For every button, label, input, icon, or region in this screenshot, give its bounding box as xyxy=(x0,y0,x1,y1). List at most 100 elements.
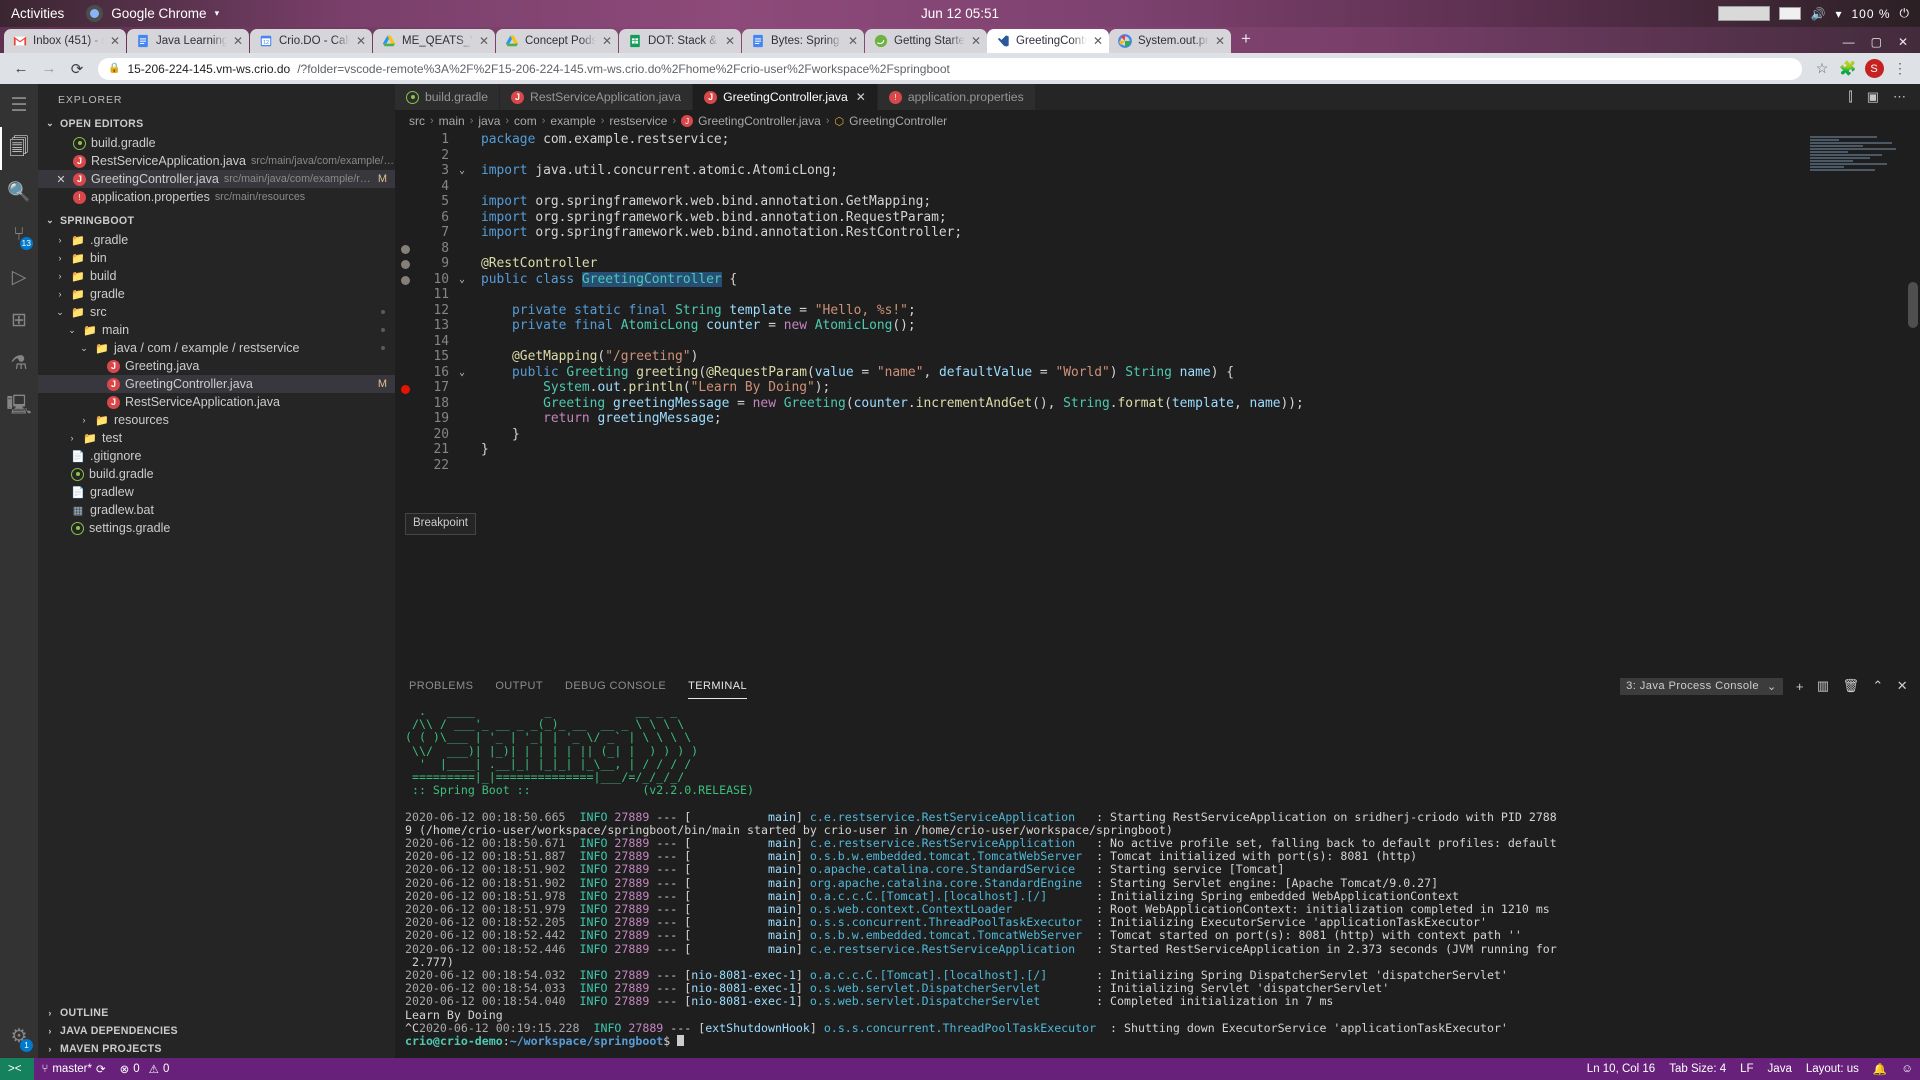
panel-tab-0[interactable]: PROBLEMS xyxy=(409,673,473,699)
fold-toggle[interactable]: ⌄ xyxy=(455,365,469,381)
tree-item-13[interactable]: build.gradle xyxy=(38,465,395,483)
code-editor[interactable]: 1 2 3 4 5 6 7 8 9 10 11 12 13 14 15 16 17 18 19 20 21 22 ⌄ ⌄ ⌄ … xyxy=(395,132,1920,673)
minimize-button[interactable]: — xyxy=(1843,35,1855,49)
activity-remote-explorer[interactable]: 🖳 xyxy=(0,385,38,428)
breadcrumb-item-6[interactable]: GreetingController.java xyxy=(698,114,821,128)
tree-item-10[interactable]: › 📁 resources xyxy=(38,411,395,429)
panel-tab-1[interactable]: OUTPUT xyxy=(495,673,543,699)
terminal-prompt[interactable]: crio@crio-demo:~/workspace/springboot$ xyxy=(405,1034,1920,1048)
fold-toggle[interactable] xyxy=(455,210,469,226)
editor-tab-actions[interactable]: ⫿ ▣ ⋯ xyxy=(1835,84,1920,110)
fold-toggle[interactable] xyxy=(455,287,469,303)
feedback-icon[interactable]: ☺ xyxy=(1894,1058,1920,1080)
tree-item-14[interactable]: 📄 gradlew xyxy=(38,483,395,501)
status-item-1[interactable]: Tab Size: 4 xyxy=(1662,1058,1733,1080)
split-terminal-icon[interactable]: ▥ xyxy=(1817,678,1830,694)
breadcrumb-item-0[interactable]: src xyxy=(409,114,425,128)
editor-tab-0[interactable]: build.gradle xyxy=(395,84,501,110)
close-tab-icon[interactable]: ✕ xyxy=(725,34,735,48)
fold-toggle[interactable]: ⌄ xyxy=(455,163,469,179)
browser-tab-2[interactable]: 12 Crio.DO - Calend ✕ xyxy=(250,29,372,53)
fold-toggle[interactable] xyxy=(455,380,469,396)
editor-scrollbar[interactable] xyxy=(1908,282,1918,328)
new-tab-button[interactable]: + xyxy=(1231,29,1261,51)
volume-icon[interactable]: 🔊 xyxy=(1810,7,1826,21)
open-editor-item-0[interactable]: build.gradle xyxy=(38,134,395,152)
activity-settings[interactable]: ⚙ 1 xyxy=(0,1015,38,1058)
kill-terminal-icon[interactable]: 🗑 xyxy=(1843,678,1860,694)
close-tab-icon[interactable]: ✕ xyxy=(1093,34,1103,48)
close-panel-icon[interactable]: ✕ xyxy=(1897,678,1908,694)
fold-toggle[interactable] xyxy=(455,396,469,412)
status-item-4[interactable]: Layout: us xyxy=(1799,1058,1866,1080)
bookmark-star-icon[interactable]: ☆ xyxy=(1810,57,1834,81)
close-editor-icon[interactable]: ✕ xyxy=(54,173,68,186)
sidebar-section-2[interactable]: › MAVEN PROJECTS xyxy=(38,1040,395,1058)
breakpoint-dot[interactable] xyxy=(401,276,410,285)
tree-item-4[interactable]: ⌄ 📁 src xyxy=(38,303,395,321)
browser-tab-9[interactable]: System.out.prin ✕ xyxy=(1109,29,1231,53)
panel-tab-2[interactable]: DEBUG CONSOLE xyxy=(565,673,666,699)
fold-toggle[interactable] xyxy=(455,132,469,148)
chrome-menu-icon[interactable]: ⋮ xyxy=(1888,57,1912,81)
project-section-header[interactable]: ⌄ SPRINGBOOT xyxy=(38,210,395,231)
tree-item-3[interactable]: › 📁 gradle xyxy=(38,285,395,303)
extensions-icon[interactable]: 🧩 xyxy=(1836,57,1860,81)
forward-button[interactable]: → xyxy=(36,56,62,82)
tree-item-1[interactable]: › 📁 bin xyxy=(38,249,395,267)
window-controls[interactable]: — ▢ ✕ xyxy=(1831,35,1920,53)
status-item-0[interactable]: Ln 10, Col 16 xyxy=(1580,1058,1662,1080)
fold-toggle[interactable] xyxy=(455,427,469,443)
fold-toggle[interactable] xyxy=(455,334,469,350)
activity-menu[interactable]: ☰ xyxy=(0,84,38,127)
breadcrumb-item-4[interactable]: example xyxy=(550,114,595,128)
activity-search[interactable]: 🔍 xyxy=(0,170,38,213)
close-tab-icon[interactable]: ✕ xyxy=(356,34,366,48)
browser-tab-3[interactable]: ME_QEATS_V2 - ✕ xyxy=(373,29,495,53)
terminal-output[interactable]: . ____ _ __ _ _ /\\ / ___'_ __ _ _(_)_ _… xyxy=(395,699,1920,1058)
fold-toggle[interactable]: ⌄ xyxy=(455,272,469,288)
editor-tab-2[interactable]: J GreetingController.java ✕ xyxy=(693,84,878,110)
gnome-clock[interactable]: Jun 12 05:51 xyxy=(921,6,999,21)
split-editor-icon[interactable]: ⫿ xyxy=(1849,89,1853,105)
breadcrumb-item-5[interactable]: restservice xyxy=(609,114,667,128)
tree-item-7[interactable]: J Greeting.java xyxy=(38,357,395,375)
fold-toggle[interactable] xyxy=(455,442,469,458)
remote-indicator[interactable]: >< xyxy=(0,1058,35,1080)
tree-item-15[interactable]: ▦ gradlew.bat xyxy=(38,501,395,519)
open-editors-section-header[interactable]: ⌄ OPEN EDITORS xyxy=(38,113,395,134)
activities-button[interactable]: Activities xyxy=(0,0,75,27)
battery-label[interactable]: 100 % xyxy=(1851,7,1890,21)
activity-run-and-debug[interactable]: ▷ xyxy=(0,256,38,299)
browser-tab-5[interactable]: DOT: Stack & He ✕ xyxy=(619,29,741,53)
breakpoint-dot[interactable] xyxy=(401,245,410,254)
minimap[interactable] xyxy=(1810,136,1906,202)
code-content[interactable]: package com.example.restservice; import … xyxy=(469,132,1920,673)
address-bar[interactable]: 🔒 15-206-224-145.vm-ws.crio.do /?folder=… xyxy=(98,57,1802,80)
tree-item-0[interactable]: › 📁 .gradle xyxy=(38,231,395,249)
fold-toggle[interactable] xyxy=(455,241,469,257)
reload-button[interactable]: ⟳ xyxy=(64,56,90,82)
terminal-selector[interactable]: 3: Java Process Console ⌄ xyxy=(1620,677,1783,695)
close-tab-icon[interactable]: ✕ xyxy=(971,34,981,48)
fold-toggle[interactable] xyxy=(455,225,469,241)
close-tab-icon[interactable]: ✕ xyxy=(233,34,243,48)
tree-item-9[interactable]: J RestServiceApplication.java xyxy=(38,393,395,411)
breakpoint-dot[interactable] xyxy=(401,260,410,269)
layout-icon[interactable]: ▣ xyxy=(1867,89,1879,105)
activity-testing[interactable]: ⚗ xyxy=(0,342,38,385)
git-branch[interactable]: ⑂ master* ⟳ xyxy=(34,1058,112,1080)
close-tab-icon[interactable]: ✕ xyxy=(479,34,489,48)
tree-item-5[interactable]: ⌄ 📁 main xyxy=(38,321,395,339)
fold-toggle[interactable] xyxy=(455,148,469,164)
power-icon[interactable]: ⏻ xyxy=(1900,6,1911,21)
close-editor-tab-icon[interactable]: ✕ xyxy=(856,90,866,104)
tree-item-11[interactable]: › 📁 test xyxy=(38,429,395,447)
back-button[interactable]: ← xyxy=(8,56,34,82)
browser-tab-7[interactable]: Getting Started ✕ xyxy=(865,29,987,53)
activity-explorer[interactable]: 🗐 xyxy=(0,127,38,170)
breadcrumb-item-1[interactable]: main xyxy=(439,114,465,128)
close-tab-icon[interactable]: ✕ xyxy=(602,34,612,48)
fold-toggle[interactable] xyxy=(455,256,469,272)
editor-tab-1[interactable]: J RestServiceApplication.java xyxy=(500,84,694,110)
